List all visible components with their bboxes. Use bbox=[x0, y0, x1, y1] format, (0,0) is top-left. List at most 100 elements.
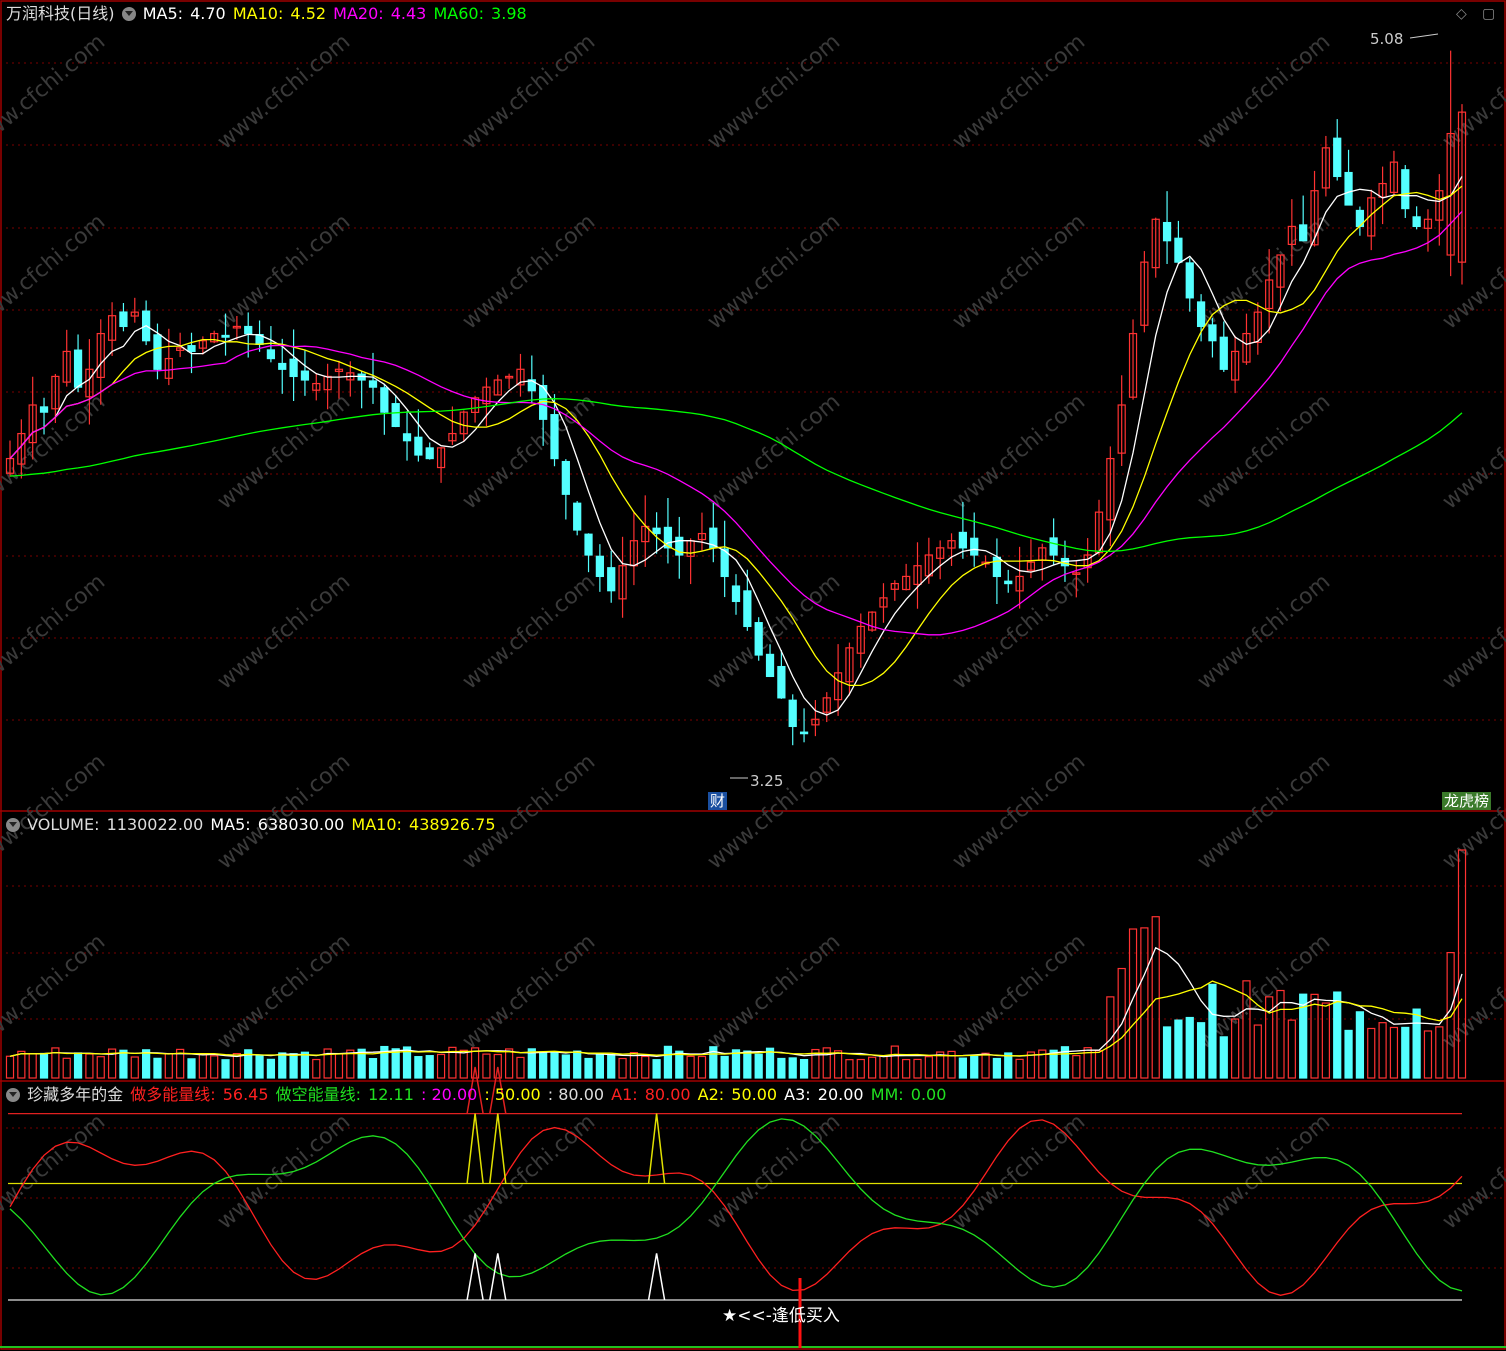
candle-body bbox=[765, 653, 775, 678]
ma10-label: MA10: bbox=[232, 4, 284, 23]
financial-report-tag[interactable]: 财 bbox=[708, 792, 728, 810]
volume-bar bbox=[595, 1053, 604, 1079]
ma60-label: MA60: bbox=[433, 4, 484, 23]
ma5-label: MA5: bbox=[142, 4, 184, 23]
candle-body bbox=[391, 403, 400, 428]
candle-body bbox=[1196, 301, 1206, 328]
diamond-icon[interactable]: ◇ bbox=[1456, 6, 1467, 22]
volume-dropdown-icon[interactable] bbox=[6, 818, 20, 832]
bear-label: 做空能量线: bbox=[275, 1085, 362, 1104]
volume-label: VOLUME: bbox=[27, 815, 100, 834]
price-legend: 万润科技(日线) MA5: 4.70 MA10: 4.52 MA20: 4.43… bbox=[6, 4, 529, 24]
a1-label: A1: bbox=[611, 1085, 638, 1104]
maximize-icon[interactable]: ▢ bbox=[1482, 6, 1495, 22]
candle-body bbox=[652, 527, 661, 535]
dragon-tiger-rank-tag[interactable]: 龙虎榜 bbox=[1442, 792, 1492, 810]
volume-bar bbox=[425, 1055, 434, 1079]
volume-bar bbox=[584, 1057, 593, 1079]
volume-bar bbox=[970, 1055, 979, 1079]
volume-bar bbox=[1355, 1011, 1365, 1079]
volume-bar bbox=[992, 1057, 1002, 1079]
dropdown-icon[interactable] bbox=[121, 7, 136, 21]
candle-body bbox=[1219, 336, 1228, 370]
volume-bar bbox=[1412, 1008, 1421, 1079]
volume-bar bbox=[743, 1050, 752, 1079]
volume-bar bbox=[255, 1054, 264, 1079]
stock-chart[interactable]: www.cfchi.com www.cfchi.com www.cfchi.com w… bbox=[0, 0, 1506, 1351]
volume-bar bbox=[278, 1052, 287, 1079]
volume-bar bbox=[142, 1049, 151, 1079]
stock-title[interactable]: 万润科技(日线) bbox=[6, 4, 115, 23]
candle-body bbox=[607, 567, 616, 592]
volume-bar bbox=[607, 1053, 616, 1079]
candle-body bbox=[573, 502, 582, 531]
volume-bar bbox=[1219, 1036, 1228, 1079]
candle-body bbox=[221, 334, 230, 338]
candle-body bbox=[754, 622, 763, 656]
volume-bar bbox=[414, 1056, 423, 1079]
bull-label: 做多能量线: bbox=[130, 1085, 216, 1104]
ma5-value: 4.70 bbox=[190, 4, 226, 23]
candle-body bbox=[414, 436, 423, 456]
candle-body bbox=[119, 311, 128, 328]
volume-bar bbox=[289, 1053, 298, 1079]
bear-value: 12.11 bbox=[368, 1085, 414, 1104]
candle-body bbox=[550, 414, 559, 460]
vol-ma5-value: 638030.00 bbox=[257, 815, 345, 834]
candle-body bbox=[153, 334, 162, 370]
volume-bar bbox=[300, 1051, 310, 1079]
candle-body bbox=[425, 447, 434, 460]
candle-body bbox=[278, 362, 287, 370]
candle-body bbox=[1401, 169, 1410, 210]
volume-bar bbox=[720, 1055, 729, 1079]
ma10-value: 4.52 bbox=[290, 4, 327, 23]
high-price-label: 5.08 bbox=[1370, 30, 1404, 48]
volume-bar bbox=[1196, 1022, 1206, 1079]
volume-bar bbox=[1185, 1016, 1194, 1079]
a1-value: 80.00 bbox=[644, 1085, 691, 1104]
level-50: : 50.00 bbox=[484, 1085, 541, 1104]
volume-bar bbox=[266, 1058, 276, 1079]
candle-body bbox=[1049, 537, 1058, 556]
a3-label: A3: bbox=[784, 1085, 811, 1104]
volume-bar bbox=[1174, 1019, 1183, 1079]
vol-ma5-label: MA5: bbox=[210, 815, 251, 834]
candle-body bbox=[1299, 224, 1308, 242]
vol-ma10-label: MA10: bbox=[351, 815, 402, 834]
a3-value: 20.00 bbox=[817, 1085, 864, 1104]
candle-body bbox=[380, 387, 389, 413]
level-80: : 80.00 bbox=[547, 1085, 605, 1104]
volume-bar bbox=[754, 1053, 763, 1079]
volume-bar bbox=[1004, 1052, 1013, 1079]
a2-label: A2: bbox=[697, 1085, 725, 1104]
level-20: : 20.00 bbox=[421, 1085, 478, 1104]
mm-value: 0.00 bbox=[910, 1085, 947, 1104]
candle-body bbox=[300, 370, 310, 381]
volume-bar bbox=[550, 1051, 559, 1079]
mm-label: MM: bbox=[870, 1085, 904, 1104]
candle-body bbox=[970, 537, 979, 556]
candle-body bbox=[561, 460, 570, 495]
candle-body bbox=[788, 699, 797, 728]
vol-ma10-value: 438926.75 bbox=[409, 815, 496, 834]
candle-body bbox=[595, 555, 604, 578]
volume-bar bbox=[1162, 1026, 1172, 1079]
candle-body bbox=[799, 731, 809, 735]
candle-body bbox=[266, 349, 276, 360]
candle-body bbox=[1344, 171, 1353, 206]
volume-bar bbox=[799, 1058, 809, 1079]
volume-bar bbox=[539, 1051, 548, 1079]
indicator-dropdown-icon[interactable] bbox=[6, 1088, 20, 1102]
volume-bar bbox=[368, 1058, 378, 1079]
volume-bar bbox=[1333, 991, 1342, 1079]
volume-bar bbox=[73, 1052, 83, 1079]
candle-body bbox=[743, 590, 752, 628]
volume-bar bbox=[153, 1057, 162, 1079]
volume-bar bbox=[958, 1057, 967, 1079]
candle-body bbox=[187, 345, 196, 353]
volume-bar bbox=[663, 1045, 673, 1079]
candle-body bbox=[992, 556, 1002, 578]
candle-body bbox=[1162, 221, 1172, 242]
indicator-legend: 珍藏多年的金 做多能量线: 56.45 做空能量线: 12.11 : 20.00… bbox=[6, 1085, 948, 1105]
buy-signal-label: ★<<-逢低买入 bbox=[722, 1306, 840, 1326]
